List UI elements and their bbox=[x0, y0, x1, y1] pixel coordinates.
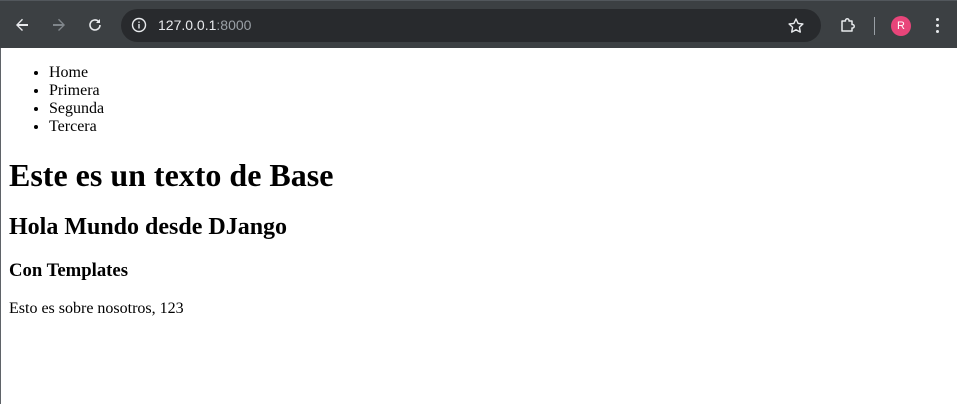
forward-button[interactable] bbox=[44, 10, 74, 40]
url-text[interactable]: 127.0.0.1:8000 bbox=[158, 17, 251, 33]
back-button[interactable] bbox=[7, 10, 37, 40]
reload-button[interactable] bbox=[80, 10, 110, 40]
address-bar[interactable]: 127.0.0.1:8000 bbox=[121, 9, 821, 42]
templates-heading: Con Templates bbox=[9, 260, 128, 281]
bookmark-button[interactable] bbox=[785, 15, 807, 37]
info-icon bbox=[131, 17, 147, 33]
star-icon bbox=[788, 18, 804, 33]
browser-toolbar: 127.0.0.1:8000 R bbox=[0, 0, 957, 48]
url-host: 127.0.0.1 bbox=[158, 17, 217, 33]
profile-avatar[interactable]: R bbox=[891, 16, 911, 36]
nav-list: Home Primera Segunda Tercera bbox=[9, 64, 949, 136]
profile-initial: R bbox=[897, 20, 905, 32]
forward-arrow-icon bbox=[53, 18, 65, 31]
subheading: Hola Mundo desde DJango bbox=[9, 214, 288, 240]
back-arrow-icon bbox=[16, 18, 28, 31]
nav-item-primera[interactable]: Primera bbox=[49, 82, 949, 100]
base-heading: Este es un texto de Base bbox=[9, 157, 334, 193]
nav-item-home[interactable]: Home bbox=[49, 64, 949, 82]
nav-item-segunda[interactable]: Segunda bbox=[49, 100, 949, 118]
reload-icon bbox=[89, 19, 101, 31]
kebab-menu-icon bbox=[935, 17, 939, 21]
browser-menu-button[interactable] bbox=[926, 13, 948, 37]
site-info-button[interactable] bbox=[129, 15, 149, 35]
url-port: :8000 bbox=[216, 17, 252, 33]
page-content: Home Primera Segunda Tercera Este es un … bbox=[0, 48, 957, 404]
about-text: Esto es sobre nosotros, 123 bbox=[9, 300, 184, 317]
toolbar-divider bbox=[874, 17, 875, 35]
nav-item-tercera[interactable]: Tercera bbox=[49, 118, 949, 136]
puzzle-icon bbox=[841, 18, 855, 32]
extensions-button[interactable] bbox=[836, 13, 860, 37]
